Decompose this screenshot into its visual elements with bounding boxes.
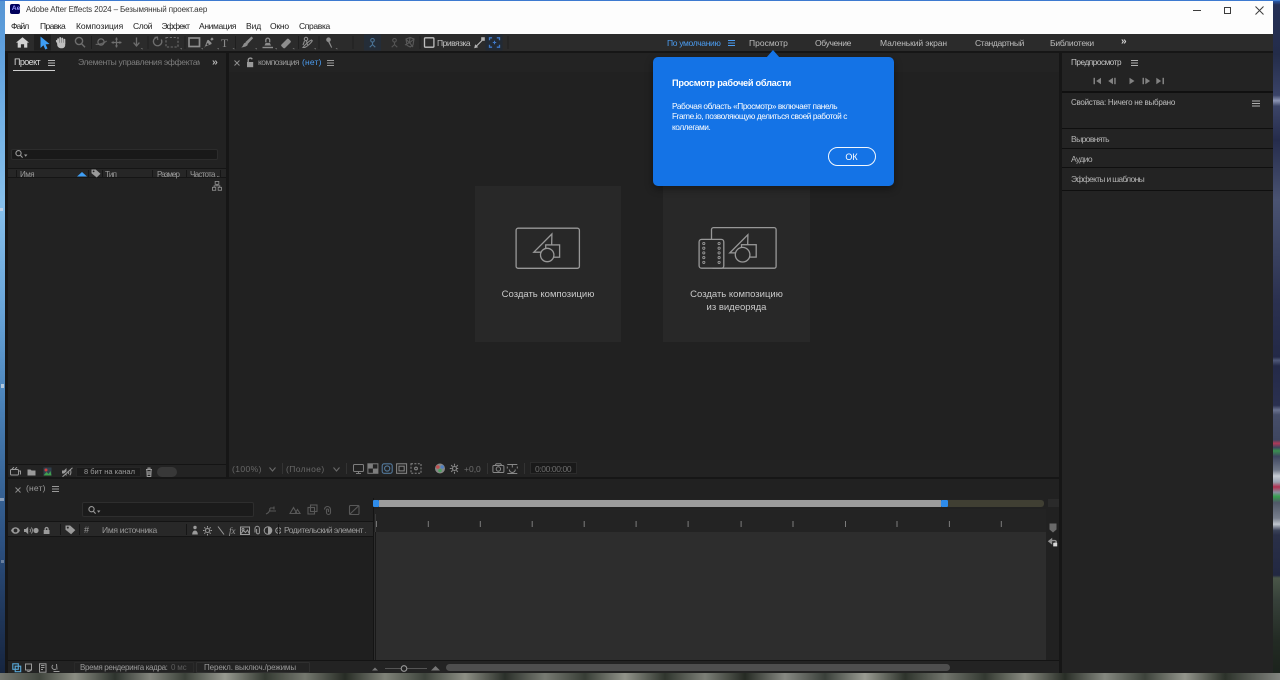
svg-text:fx: fx: [229, 526, 236, 536]
svg-text:T: T: [221, 36, 229, 50]
svg-text:+0,0: +0,0: [464, 464, 481, 474]
